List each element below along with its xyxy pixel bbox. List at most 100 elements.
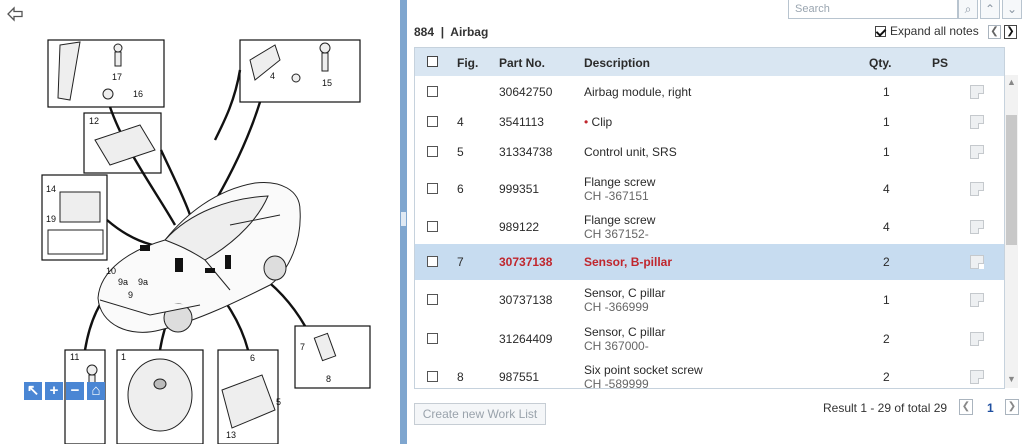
part-number-cell[interactable]: 999351	[499, 182, 539, 196]
note-icon[interactable]	[970, 115, 984, 129]
note-icon[interactable]	[970, 332, 984, 346]
diagram-label-13: 13	[226, 430, 236, 440]
table-row[interactable]: 6 999351 Flange screw CH -367151 4	[415, 167, 1004, 211]
splitter-grip[interactable]	[401, 212, 406, 226]
row-checkbox[interactable]	[427, 371, 438, 382]
description-cell: Sensor, C pillar CH -366999	[584, 286, 665, 314]
row-checkbox[interactable]	[427, 86, 438, 97]
result-count: Result 1 - 29 of total 29	[823, 401, 948, 415]
row-checkbox[interactable]	[427, 333, 438, 344]
description-text: Flange screw	[584, 213, 656, 227]
description-text: Six point socket screw	[584, 363, 703, 377]
description-cell: Sensor, C pillar CH 367000-	[584, 325, 665, 353]
note-icon[interactable]	[970, 85, 984, 99]
qty-cell: 1	[883, 115, 890, 129]
row-checkbox[interactable]	[427, 221, 438, 232]
diagram-label-16: 16	[133, 89, 143, 99]
panel-splitter[interactable]	[400, 0, 407, 444]
bullet-icon: •	[584, 115, 592, 129]
table-row[interactable]: 8 987551 Six point socket screw CH -589999 2	[415, 358, 1004, 388]
row-checkbox[interactable]	[427, 256, 438, 267]
diagram-label-12: 12	[89, 116, 99, 126]
qty-cell: 1	[883, 85, 890, 99]
table-row[interactable]: 30737138 Sensor, C pillar CH -366999 1	[415, 280, 1004, 320]
page-number[interactable]: 1	[987, 401, 994, 415]
col-ps[interactable]: PS	[932, 56, 948, 70]
pointer-icon[interactable]: ↖	[24, 382, 42, 400]
note-icon[interactable]	[970, 293, 984, 307]
col-fig[interactable]: Fig.	[457, 56, 478, 70]
diagram-label-5: 5	[276, 397, 281, 407]
diagram-label-1: 1	[121, 352, 126, 362]
col-description[interactable]: Description	[584, 56, 650, 70]
chassis-range: CH -366999	[584, 300, 649, 314]
search-down-icon[interactable]: ⌄	[1002, 0, 1022, 19]
part-number-cell[interactable]: 30737138	[499, 255, 552, 269]
fig-cell: 4	[457, 115, 464, 129]
part-number-cell[interactable]: 987551	[499, 370, 539, 384]
search-input[interactable]: Search	[788, 0, 958, 19]
diagram-label-4: 4	[270, 71, 275, 81]
zoom-out-icon[interactable]: −	[66, 382, 84, 400]
col-part-no[interactable]: Part No.	[499, 56, 545, 70]
diagram-label-11: 11	[70, 352, 79, 362]
home-icon[interactable]: ⌂	[87, 382, 105, 400]
prev-section-icon[interactable]: ❮	[988, 25, 1001, 39]
diagram-label-6: 6	[250, 353, 255, 363]
fig-cell: 7	[457, 255, 464, 269]
table-header: Fig. Part No. Description Qty. PS	[415, 48, 1004, 77]
fig-cell: 6	[457, 182, 464, 196]
note-icon[interactable]	[970, 255, 984, 269]
col-qty[interactable]: Qty.	[869, 56, 891, 70]
part-number-cell[interactable]: 3541113	[499, 115, 544, 129]
row-checkbox[interactable]	[427, 146, 438, 157]
part-number-cell[interactable]: 30642750	[499, 85, 552, 99]
expand-all-notes[interactable]: Expand all notes	[875, 23, 979, 39]
description-text: Sensor, C pillar	[584, 286, 666, 300]
note-icon[interactable]	[970, 145, 984, 159]
table-scrollbar[interactable]: ▲ ▼	[1005, 75, 1018, 388]
part-number-cell[interactable]: 30737138	[499, 293, 552, 307]
table-row[interactable]: 30642750 Airbag module, right 1	[415, 76, 1004, 108]
fig-cell: 5	[457, 145, 464, 159]
parts-diagram-panel[interactable]: 17 16 12 4 15 14 19 10 9a 9a 9 11 1 6 5 …	[0, 0, 400, 444]
part-number-cell[interactable]: 31264409	[499, 332, 552, 346]
row-checkbox[interactable]	[427, 183, 438, 194]
description-cell: Sensor, B-pillar	[584, 255, 672, 269]
table-row[interactable]: 4 3541113 • Clip 1	[415, 107, 1004, 138]
part-number-cell[interactable]: 989122	[499, 220, 539, 234]
diagram-label-14: 14	[46, 184, 56, 194]
qty-cell: 2	[883, 332, 890, 346]
note-icon[interactable]	[970, 182, 984, 196]
parts-list-panel: Search ⌕ ⌃ ⌄ 884 | Airbag Expand all not…	[407, 0, 1024, 444]
note-icon[interactable]	[970, 220, 984, 234]
note-icon[interactable]	[970, 370, 984, 384]
next-page-icon[interactable]: ❯	[1005, 399, 1019, 415]
description-text: Control unit, SRS	[584, 145, 677, 159]
part-number-cell[interactable]: 31334738	[499, 145, 552, 159]
qty-cell: 2	[883, 370, 890, 384]
create-work-list-button[interactable]: Create new Work List	[414, 403, 546, 425]
section-name: Airbag	[450, 25, 489, 39]
diagram-label-7: 7	[300, 342, 305, 352]
scroll-thumb[interactable]	[1006, 115, 1017, 245]
description-cell: Flange screw CH -367151	[584, 175, 655, 203]
select-all-checkbox[interactable]	[427, 56, 438, 67]
scroll-down-icon[interactable]: ▼	[1005, 374, 1018, 386]
table-row[interactable]: 989122 Flange screw CH 367152- 4	[415, 210, 1004, 245]
row-checkbox[interactable]	[427, 116, 438, 127]
table-row[interactable]: 5 31334738 Control unit, SRS 1	[415, 137, 1004, 168]
diagram-label-10: 10	[106, 266, 116, 276]
row-checkbox[interactable]	[427, 294, 438, 305]
zoom-in-icon[interactable]: +	[45, 382, 63, 400]
diagram-label-9a: 9a	[118, 277, 128, 287]
next-section-icon[interactable]: ❯	[1004, 25, 1017, 39]
prev-page-icon[interactable]: ❮	[959, 399, 973, 415]
description-cell: Flange screw CH 367152-	[584, 213, 655, 241]
scroll-up-icon[interactable]: ▲	[1005, 77, 1018, 89]
search-icon[interactable]: ⌕	[958, 0, 978, 19]
table-row[interactable]: 7 30737138 Sensor, B-pillar 2	[415, 244, 1004, 281]
expand-all-checkbox[interactable]	[875, 25, 886, 37]
search-up-icon[interactable]: ⌃	[980, 0, 1000, 19]
table-row[interactable]: 31264409 Sensor, C pillar CH 367000- 2	[415, 319, 1004, 359]
